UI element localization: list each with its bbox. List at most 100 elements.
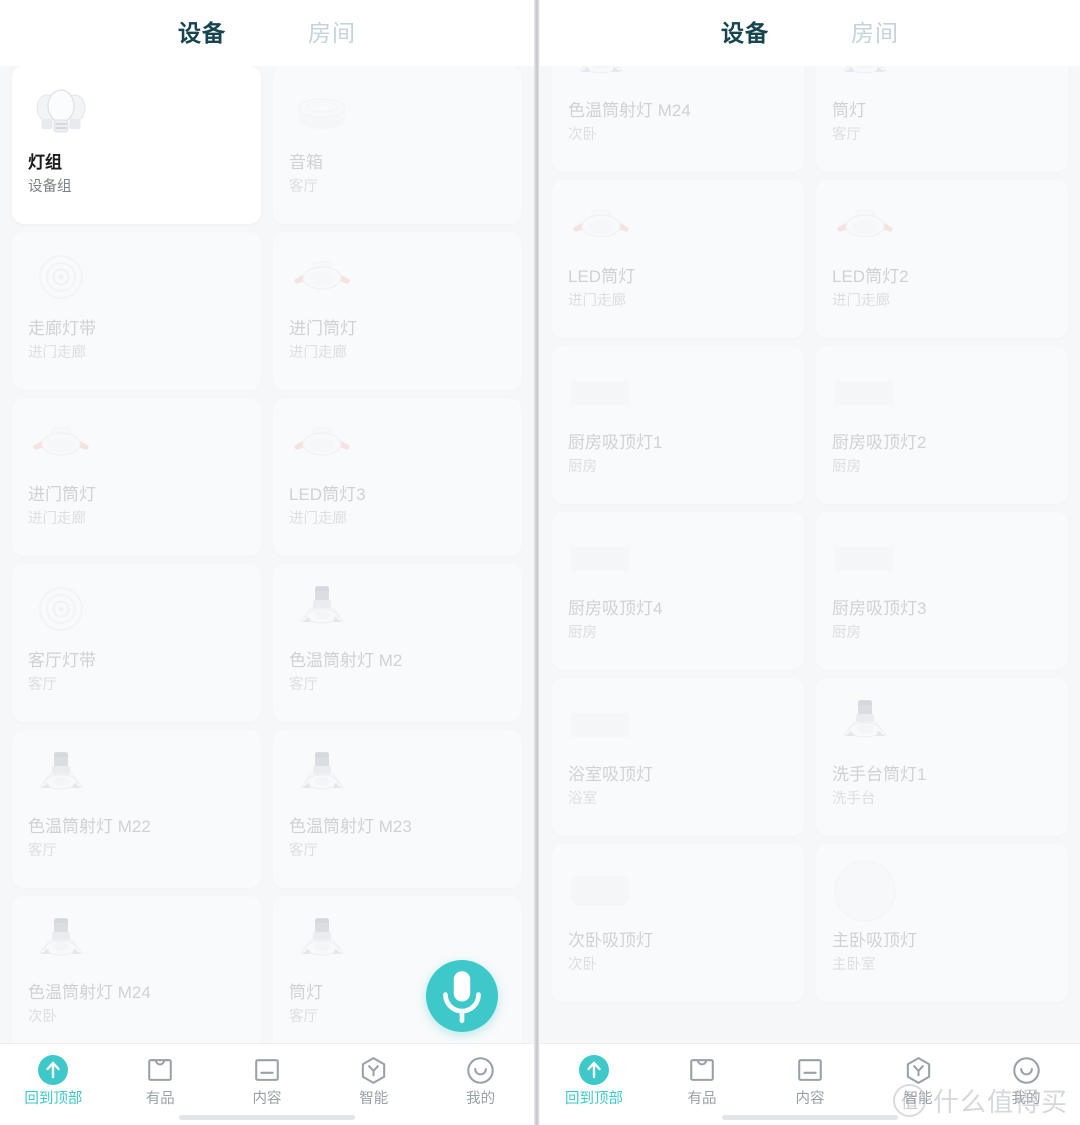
device-room: 客厅 <box>289 843 318 860</box>
home-indicator <box>179 1115 355 1120</box>
device-card[interactable]: 厨房吸顶灯4 厨房 <box>552 512 804 670</box>
device-room: 主卧室 <box>832 957 876 974</box>
device-card[interactable]: 色温筒射灯 M2 客厅 <box>273 564 522 722</box>
spotlight-icon <box>289 578 355 644</box>
downlight-wing-icon <box>568 194 634 260</box>
shopping-bag-icon <box>685 1053 719 1087</box>
device-room: 进门走廊 <box>568 293 626 310</box>
left-device-scroll-area[interactable]: 灯组 设备组 音箱 客厅 走廊灯带 进门走廊 进门筒灯 进门走廊 进门筒灯 进门… <box>0 66 534 1043</box>
device-card[interactable]: 客厅灯带 客厅 <box>12 564 261 722</box>
ceiling-rect-icon <box>568 360 634 426</box>
hexagon-y-icon <box>357 1053 391 1087</box>
device-room: 进门走廊 <box>289 511 347 528</box>
tab-rooms[interactable]: 房间 <box>849 18 901 49</box>
nav-item-label: 我的 <box>466 1091 496 1107</box>
arrow-up-circle-icon <box>38 1055 69 1085</box>
nav-item-label: 有品 <box>687 1091 717 1107</box>
ceiling-round-rect-icon <box>568 858 634 924</box>
spotlight-icon <box>28 744 94 810</box>
device-name: LED筒灯2 <box>832 267 909 286</box>
left-phone-screen: 设备 房间 灯组 设备组 音箱 客厅 走廊灯带 进门走廊 进门筒灯 进门走廊 进… <box>0 0 534 1125</box>
ceiling-circle-icon <box>832 858 898 924</box>
device-card[interactable]: 色温筒射灯 M24 次卧 <box>12 896 261 1043</box>
device-card[interactable]: 色温筒射灯 M22 客厅 <box>12 730 261 888</box>
device-room: 次卧 <box>568 957 597 974</box>
right-phone-screen: 设备 房间 色温筒射灯 M24 次卧 筒灯客厅 LED筒灯 进门走廊 LED筒灯… <box>540 0 1080 1125</box>
device-card[interactable]: 音箱 客厅 <box>273 66 522 224</box>
smiley-face-icon <box>467 1056 494 1084</box>
device-room: 进门走廊 <box>289 345 347 362</box>
nav-item-smiley-face[interactable]: 我的 <box>972 1053 1080 1107</box>
device-card[interactable]: 厨房吸顶灯1 厨房 <box>552 346 804 504</box>
device-room: 进门走廊 <box>28 511 86 528</box>
downlight-wing-icon <box>289 246 355 312</box>
nav-item-arrow-up-circle[interactable]: 回到顶部 <box>540 1053 648 1107</box>
nav-item-label: 有品 <box>145 1091 175 1107</box>
content-square-icon <box>798 1059 822 1081</box>
hexagon-y-icon <box>901 1053 935 1087</box>
nav-item-hexagon-y[interactable]: 智能 <box>864 1053 972 1107</box>
nav-item-shopping-bag[interactable]: 有品 <box>107 1053 214 1107</box>
device-card[interactable]: LED筒灯3 进门走廊 <box>273 398 522 556</box>
device-room: 厨房 <box>832 625 861 642</box>
device-name: 洗手台筒灯1 <box>832 765 927 784</box>
right-device-scroll-area[interactable]: 色温筒射灯 M24 次卧 筒灯 客厅 LED筒灯 进门走廊 LED筒灯2 进门走… <box>540 66 1080 1043</box>
device-name: 进门筒灯 <box>28 485 96 504</box>
ceiling-rect-icon <box>568 526 634 592</box>
shopping-bag-icon <box>690 1059 714 1081</box>
smiley-face-icon <box>1009 1053 1043 1087</box>
nav-item-label: 智能 <box>359 1091 389 1107</box>
nav-item-shopping-bag[interactable]: 有品 <box>648 1053 756 1107</box>
device-room: 客厅 <box>289 179 318 196</box>
device-card[interactable]: LED筒灯 进门走廊 <box>552 180 804 338</box>
device-name: 音箱 <box>289 153 323 172</box>
device-card[interactable]: 厨房吸顶灯2 厨房 <box>816 346 1068 504</box>
shopping-bag-icon <box>143 1053 177 1087</box>
device-name: LED筒灯3 <box>289 485 366 504</box>
device-room: 客厅 <box>289 677 318 694</box>
device-room: 客厅 <box>28 843 57 860</box>
nav-item-label: 回到顶部 <box>565 1091 623 1107</box>
device-card[interactable]: 进门筒灯 进门走廊 <box>273 232 522 390</box>
device-card[interactable]: 色温筒射灯 M24 次卧 <box>552 66 804 172</box>
device-card[interactable]: 走廊灯带 进门走廊 <box>12 232 261 390</box>
left-device-grid: 灯组 设备组 音箱 客厅 走廊灯带 进门走廊 进门筒灯 进门走廊 进门筒灯 进门… <box>12 66 522 1043</box>
downlight-wing-icon <box>28 412 94 478</box>
device-name: 厨房吸顶灯1 <box>568 433 663 452</box>
device-card[interactable]: LED筒灯2 进门走廊 <box>816 180 1068 338</box>
device-name: 色温筒射灯 M23 <box>289 817 412 836</box>
dual-screenshot-root: 设备 房间 灯组 设备组 音箱 客厅 走廊灯带 进门走廊 进门筒灯 进门走廊 进… <box>0 0 1080 1125</box>
device-name: 色温筒射灯 M24 <box>28 983 151 1002</box>
device-card[interactable]: 色温筒射灯 M23 客厅 <box>273 730 522 888</box>
device-card[interactable]: 次卧吸顶灯 次卧 <box>552 844 804 1002</box>
nav-item-smiley-face[interactable]: 我的 <box>427 1053 534 1107</box>
device-card[interactable]: 进门筒灯 进门走廊 <box>12 398 261 556</box>
voice-assistant-fab[interactable] <box>426 960 498 1032</box>
downlight-wing-icon <box>289 412 355 478</box>
device-card[interactable]: 浴室吸顶灯 浴室 <box>552 678 804 836</box>
nav-item-arrow-up-circle[interactable]: 回到顶部 <box>0 1053 107 1107</box>
nav-item-content-square[interactable]: 内容 <box>214 1053 321 1107</box>
device-card[interactable]: 筒灯 客厅 <box>816 66 1068 172</box>
device-room: 次卧 <box>28 1009 57 1026</box>
nav-item-hexagon-y[interactable]: 智能 <box>320 1053 427 1107</box>
tab-rooms[interactable]: 房间 <box>306 18 358 49</box>
device-card[interactable]: 灯组 设备组 <box>12 66 261 224</box>
right-bottom-nav: 回到顶部 有品 内容 智能 我的 <box>540 1043 1080 1125</box>
device-room: 进门走廊 <box>832 293 890 310</box>
content-square-icon <box>793 1053 827 1087</box>
smiley-face-icon <box>464 1053 498 1087</box>
home-indicator <box>722 1115 898 1120</box>
tab-devices[interactable]: 设备 <box>176 18 228 49</box>
device-card[interactable]: 主卧吸顶灯 主卧室 <box>816 844 1068 1002</box>
device-name: 浴室吸顶灯 <box>568 765 653 784</box>
device-card[interactable]: 厨房吸顶灯3 厨房 <box>816 512 1068 670</box>
device-room: 厨房 <box>568 625 597 642</box>
nav-item-content-square[interactable]: 内容 <box>756 1053 864 1107</box>
device-room: 设备组 <box>28 179 72 196</box>
arrow-up-circle-icon <box>577 1053 611 1087</box>
device-name: 主卧吸顶灯 <box>832 931 917 950</box>
nav-item-label: 智能 <box>903 1091 933 1107</box>
device-card[interactable]: 洗手台筒灯1 洗手台 <box>816 678 1068 836</box>
tab-devices[interactable]: 设备 <box>719 18 771 49</box>
